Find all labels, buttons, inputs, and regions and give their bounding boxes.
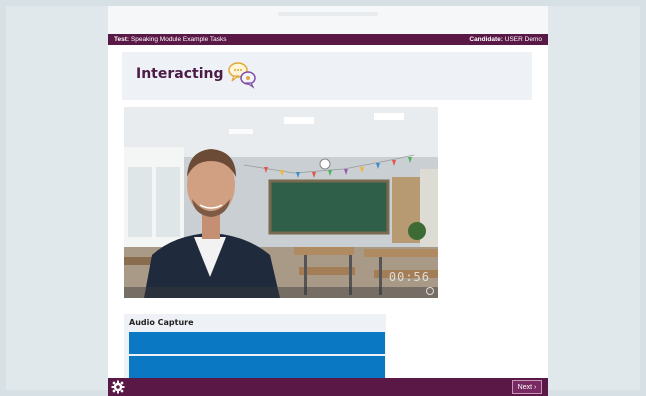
audio-capture-title: Audio Capture <box>129 318 194 327</box>
candidate-name: USER Demo <box>504 36 542 43</box>
candidate-info: Candidate: USER Demo <box>469 34 542 45</box>
speech-bubbles-icon <box>228 62 256 89</box>
video-player[interactable]: 00:56 <box>124 107 438 298</box>
section-header: Interacting <box>122 52 532 100</box>
test-window: Test: Speaking Module Example Tasks Cand… <box>108 6 548 390</box>
test-label: Test: <box>114 36 130 43</box>
audio-level-bar <box>129 356 385 378</box>
test-info: Test: Speaking Module Example Tasks <box>114 34 227 45</box>
gear-icon[interactable] <box>111 380 125 394</box>
test-name: Speaking Module Example Tasks <box>130 36 227 43</box>
fullscreen-icon[interactable] <box>426 287 434 295</box>
page-title: Interacting <box>136 66 224 82</box>
video-timer: 00:56 <box>388 270 430 284</box>
info-bar: Test: Speaking Module Example Tasks Cand… <box>108 34 548 45</box>
next-label: Next <box>517 384 533 391</box>
top-strip-decoration <box>278 12 378 16</box>
next-button[interactable]: Next › <box>512 380 542 394</box>
candidate-label: Candidate: <box>469 36 503 43</box>
chevron-right-icon: › <box>534 384 537 391</box>
footer-bar: Next › <box>108 378 548 396</box>
audio-waveform-bar <box>129 332 385 354</box>
top-strip <box>108 6 548 34</box>
